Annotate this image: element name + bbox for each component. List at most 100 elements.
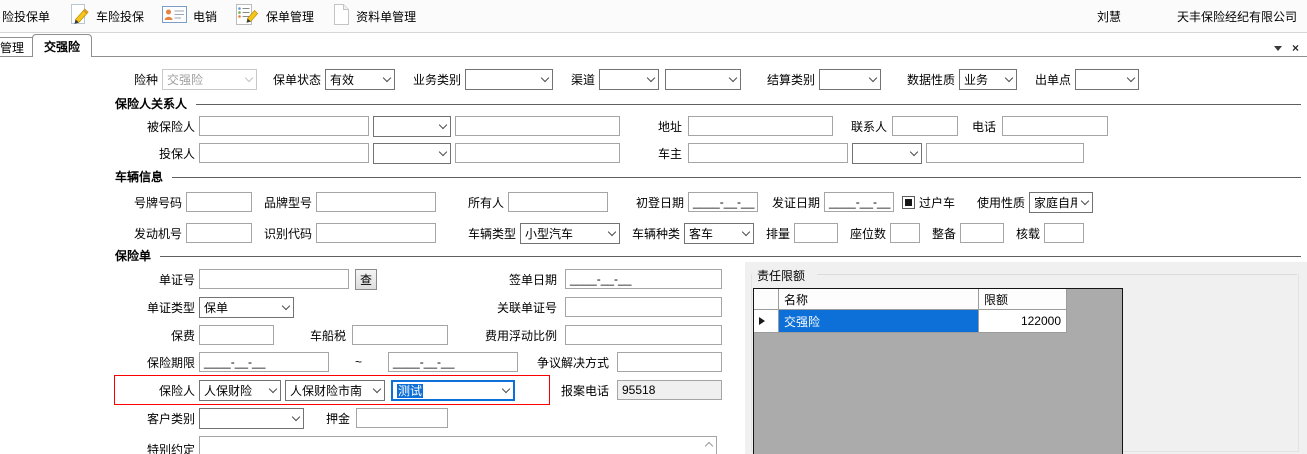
premium-row: 保费 车船税 <box>0 324 448 346</box>
scroll-up-icon[interactable] <box>703 439 714 451</box>
insured-name-input[interactable] <box>199 116 369 136</box>
displacement-input[interactable] <box>794 223 838 243</box>
data-nature-select[interactable]: 业务 <box>959 68 1017 90</box>
policy-period-label: 保险期限 <box>146 355 195 370</box>
sign-date-input[interactable]: ____-__-__ <box>565 269 722 289</box>
fee-float-input[interactable] <box>565 325 722 345</box>
owner-idno-input[interactable] <box>926 143 1084 163</box>
tab-strip: 管理 交强险 × <box>0 34 1307 57</box>
chevron-down-icon <box>369 381 384 400</box>
first-reg-date-input[interactable]: ____-__-__ <box>688 192 758 212</box>
brand-model-input[interactable] <box>316 192 436 212</box>
contact-card-icon <box>162 4 188 28</box>
cell-name[interactable]: 交强险 <box>779 310 979 333</box>
chevron-down-icon <box>865 70 880 89</box>
related-doc-input[interactable] <box>565 297 722 317</box>
vehicle-kind-label: 车辆种类 <box>631 226 680 241</box>
curb-weight-input[interactable] <box>960 223 1004 243</box>
owner-name-input[interactable] <box>688 143 848 163</box>
vehicle-holder-input[interactable] <box>508 192 608 212</box>
policy-status-select[interactable]: 有效 <box>325 68 395 90</box>
phone-input[interactable] <box>1002 116 1108 136</box>
engine-no-input[interactable] <box>186 223 252 243</box>
toolbar-item-car-insure[interactable]: 车险投保 <box>59 0 153 32</box>
vehicle-kind-select[interactable]: 客车 <box>684 222 754 244</box>
header-fields-row: 险种 交强险 保单状态 有效 业务类别 渠道 结算类别 数据性质 业务 出单点 <box>0 68 1139 90</box>
section-title: 保险单 <box>115 248 152 263</box>
settlement-category-select[interactable] <box>819 68 881 90</box>
tab-jiaoqiangxian[interactable]: 交强险 <box>32 34 93 57</box>
chevron-down-icon <box>379 70 394 89</box>
current-row-marker-icon <box>759 317 765 325</box>
channel-select-1[interactable] <box>599 68 659 90</box>
limits-grid: 名称 限额 交强险 122000 <box>753 288 1123 454</box>
usage-nature-select[interactable]: 家庭自用 <box>1029 191 1093 213</box>
cell-limit[interactable]: 122000 <box>979 310 1067 333</box>
insurer-label: 保险人 <box>158 383 195 398</box>
brand-model-label: 品牌型号 <box>263 195 312 210</box>
applicant-name-input[interactable] <box>199 143 369 163</box>
policy-section-header: 保险单 <box>115 248 1301 263</box>
toolbar-item-policy-manage[interactable]: 保单管理 <box>226 0 323 32</box>
channel-select-2[interactable] <box>665 68 741 90</box>
business-category-select[interactable] <box>465 68 553 90</box>
load-input[interactable] <box>1044 223 1084 243</box>
usage-nature-label: 使用性质 <box>976 195 1025 210</box>
insurer-branch-select[interactable]: 人保财险市南 <box>285 379 385 401</box>
contact-input[interactable] <box>892 116 958 136</box>
special-agreement-label: 特别约定 <box>146 442 195 454</box>
premium-input[interactable] <box>199 325 274 345</box>
chevron-down-icon <box>906 144 921 163</box>
customer-category-row: 客户类别 押金 <box>0 407 448 429</box>
deposit-input[interactable] <box>356 408 448 428</box>
document-icon <box>332 3 350 29</box>
issue-point-select[interactable] <box>1075 68 1139 90</box>
tab-manage[interactable]: 管理 <box>0 37 36 57</box>
special-agreement-textarea[interactable] <box>199 436 717 454</box>
cert-date-input[interactable]: ____-__-__ <box>824 192 894 212</box>
applicant-idtype-select[interactable] <box>373 142 451 164</box>
dispute-group: 争议解决方式 <box>390 351 722 373</box>
table-row[interactable]: 交强险 122000 <box>754 310 1122 333</box>
address-input[interactable] <box>688 116 833 136</box>
toolbar-item-insure-form[interactable]: 险投保单 <box>0 0 59 32</box>
doc-no-input[interactable] <box>199 269 349 289</box>
insured-idno-input[interactable] <box>455 116 620 136</box>
grid-header-name[interactable]: 名称 <box>779 289 979 310</box>
customer-category-select[interactable] <box>199 407 304 429</box>
vehicle-type-label: 车辆类型 <box>467 226 516 241</box>
tab-list-dropdown-icon[interactable] <box>1273 45 1282 51</box>
toolbar-item-telemarketing[interactable]: 电销 <box>153 0 226 32</box>
doc-type-select[interactable]: 保单 <box>199 296 294 318</box>
seats-input[interactable] <box>890 223 920 243</box>
sign-date-group: 签单日期 ____-__-__ <box>390 268 722 290</box>
applicant-idno-input[interactable] <box>455 143 620 163</box>
vin-input[interactable] <box>316 223 436 243</box>
close-tab-icon[interactable]: × <box>1292 42 1299 54</box>
toolbar-item-label: 险投保单 <box>2 9 51 24</box>
doc-type-row: 单证类型 保单 <box>0 296 294 318</box>
period-start-input[interactable]: ____-__-__ <box>199 352 329 372</box>
dispute-input[interactable] <box>617 352 722 372</box>
plate-no-input[interactable] <box>186 192 252 212</box>
applicant-row: 投保人 车主 <box>0 142 1084 164</box>
insured-label: 被保险人 <box>146 119 195 134</box>
grid-header-limit[interactable]: 限额 <box>979 289 1067 310</box>
row-selector-cell[interactable] <box>754 310 779 333</box>
report-phone-value: 95518 <box>617 380 722 400</box>
applicant-label: 投保人 <box>158 146 195 161</box>
toolbar-item-material-manage[interactable]: 资料单管理 <box>323 0 425 32</box>
insured-idtype-select[interactable] <box>373 115 451 137</box>
grid-corner-cell[interactable] <box>754 289 779 310</box>
owner-idtype-select[interactable] <box>852 142 922 164</box>
main-toolbar: 险投保单 车险投保 电销 保单管理 资料单管理 刘慧 天丰保险经纪有限公司 <box>0 0 1307 33</box>
related-doc-label: 关联单证号 <box>496 300 557 315</box>
related-persons-section-header: 保险人关系人 <box>115 96 1301 111</box>
insurer-company-select[interactable]: 人保财险 <box>199 379 281 401</box>
vehicle-type-select[interactable]: 小型汽车 <box>520 222 620 244</box>
vehicle-section-header: 车辆信息 <box>115 169 1301 184</box>
search-button[interactable]: 查 <box>355 268 378 290</box>
insurance-type-select: 交强险 <box>162 68 257 90</box>
chevron-down-icon <box>643 70 658 89</box>
transfer-car-checkbox[interactable] <box>902 195 915 209</box>
